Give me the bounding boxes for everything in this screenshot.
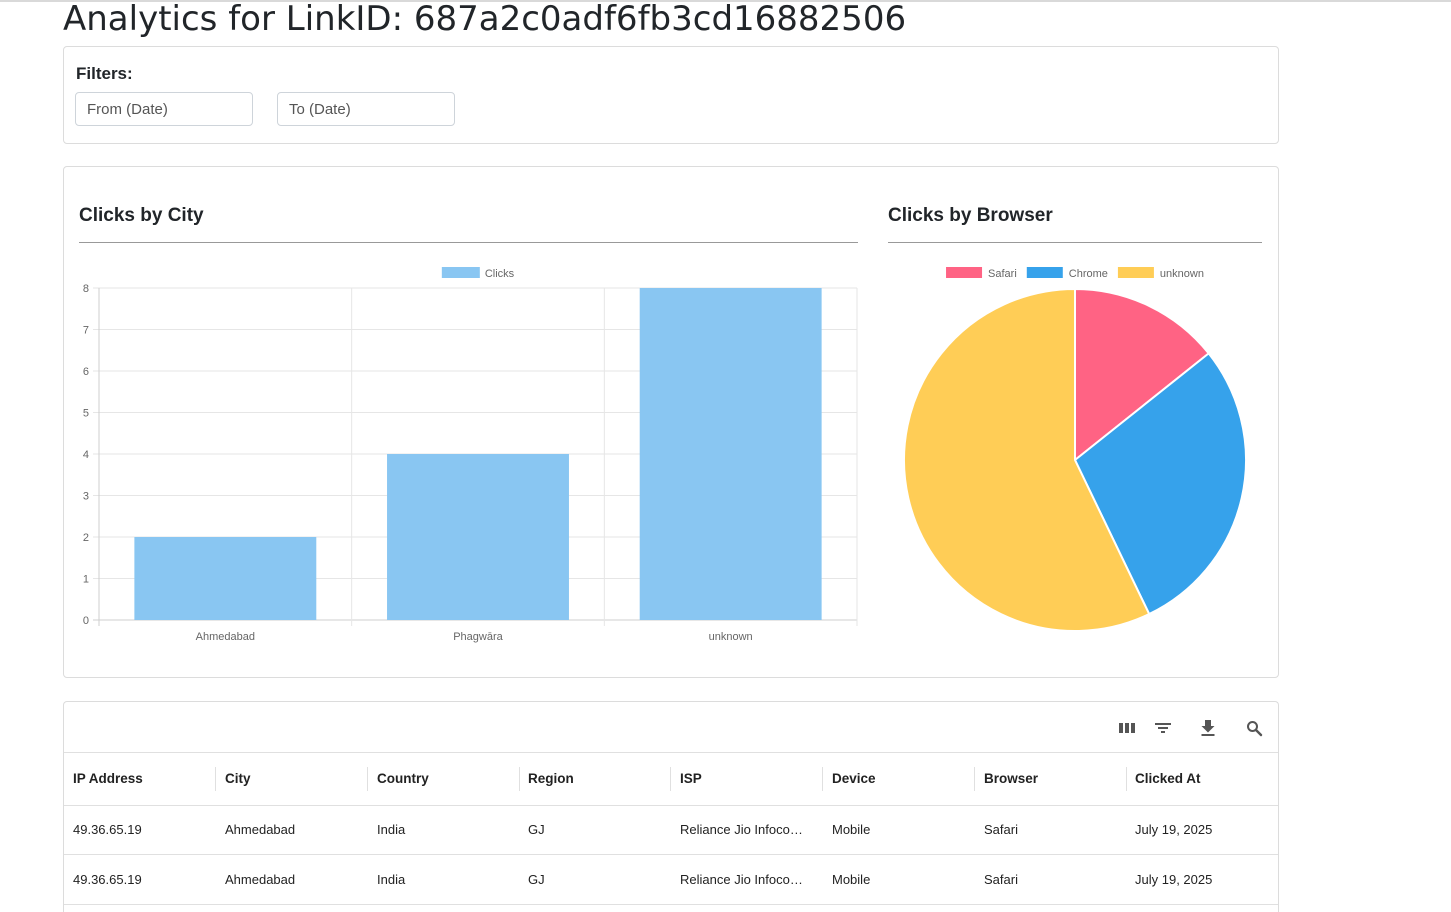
cell-isp: Reliance Jio Infocomm Limited [680, 872, 811, 887]
cell-city: Ahmedabad [225, 822, 296, 837]
table-header: IP Address City Country Region ISP Devic… [64, 752, 1278, 806]
column-header-country[interactable]: Country [368, 753, 519, 805]
table-card: IP Address City Country Region ISP Devic… [63, 701, 1279, 912]
filters-card: Filters: [63, 46, 1279, 144]
cell-clicked-at: July 19, 2025 [1135, 872, 1213, 887]
filter-icon[interactable] [1152, 717, 1174, 739]
column-header-ip-address[interactable]: IP Address [64, 753, 216, 805]
browser-pie-chart: Safari Chrome unknown [902, 267, 1247, 632]
cell-device: Mobile [832, 822, 871, 837]
cell-city: Ahmedabad [225, 872, 296, 887]
legend-swatch [1117, 267, 1154, 278]
view-columns-icon[interactable] [1116, 717, 1138, 739]
table-row[interactable]: 49.36.65.19 Ahmedabad India GJ Reliance … [64, 805, 1278, 855]
cell-isp: Reliance Jio Infocomm Limited [680, 822, 811, 837]
legend-swatch [1026, 267, 1063, 278]
charts-card: Clicks by City Clicks by Browser 0123456… [63, 166, 1279, 678]
download-icon[interactable] [1197, 717, 1219, 739]
to-date-input[interactable] [277, 92, 455, 126]
column-header-isp[interactable]: ISP [671, 753, 822, 805]
legend-label: unknown [1160, 268, 1204, 280]
cell-ip-address: 49.36.65.19 [73, 872, 142, 887]
filters-label: Filters: [76, 64, 133, 83]
cell-clicked-at: July 19, 2025 [1135, 822, 1213, 837]
cell-country: India [377, 822, 406, 837]
legend-label: Safari [988, 268, 1017, 280]
column-header-city[interactable]: City [216, 753, 368, 805]
search-icon[interactable] [1243, 717, 1265, 739]
column-header-device[interactable]: Device [823, 753, 974, 805]
cell-region: GJ [528, 872, 545, 887]
cell-browser: Safari [984, 822, 1018, 837]
column-header-clicked-at[interactable]: Clicked At [1126, 753, 1278, 805]
cell-region: GJ [528, 822, 545, 837]
page-title: Analytics for LinkID: 687a2c0adf6fb3cd16… [63, 0, 907, 39]
cell-country: India [377, 872, 406, 887]
cell-device: Mobile [832, 872, 871, 887]
legend-label: Chrome [1069, 268, 1108, 280]
cell-browser: Safari [984, 872, 1018, 887]
cell-ip-address: 49.36.65.19 [73, 822, 142, 837]
legend-swatch [946, 267, 983, 278]
column-header-browser[interactable]: Browser [975, 753, 1126, 805]
table-row[interactable]: 49.36.65.19 Ahmedabad India GJ Reliance … [64, 855, 1278, 905]
from-date-input[interactable] [75, 92, 253, 126]
column-header-region[interactable]: Region [519, 753, 670, 805]
